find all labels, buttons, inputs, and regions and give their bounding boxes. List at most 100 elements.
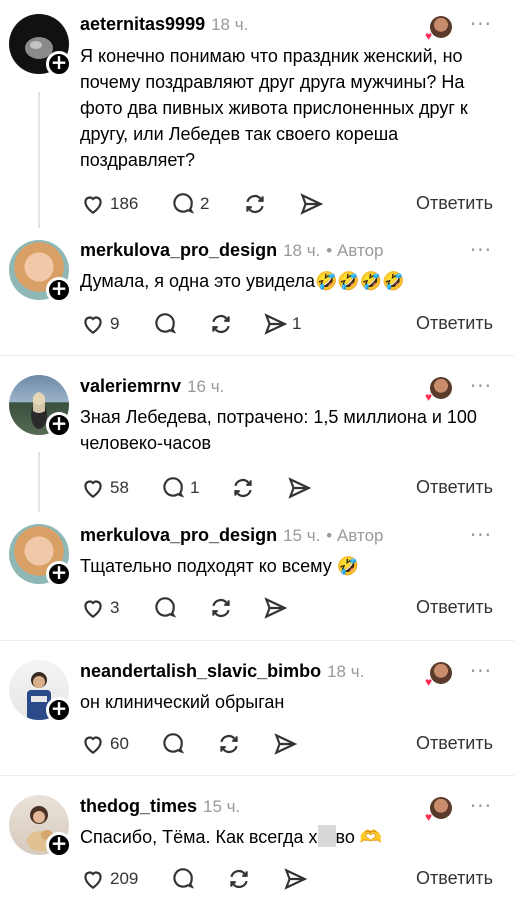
more-options-icon[interactable]: ··· (470, 374, 492, 398)
follow-plus-icon[interactable]: + (46, 561, 72, 587)
reply-button[interactable]: Ответить (416, 868, 493, 889)
share-button[interactable] (262, 594, 288, 622)
like-count: 60 (110, 734, 129, 753)
reply-button[interactable]: Ответить (416, 597, 493, 618)
reply-count-button[interactable] (160, 730, 186, 758)
divider (0, 775, 514, 776)
like-button[interactable]: 9 (80, 310, 119, 338)
reply-count-button[interactable] (152, 310, 178, 338)
reply-count-button[interactable]: 2 (170, 190, 209, 218)
repost-arrows-icon (246, 194, 264, 214)
creator-liked-icon: ♥ (425, 797, 452, 823)
share-button[interactable] (282, 865, 308, 893)
like-button[interactable]: 58 (80, 474, 129, 502)
comment-header: merkulova_pro_design 18 ч. • Автор (80, 240, 383, 264)
more-options-icon[interactable]: ··· (470, 12, 492, 36)
username[interactable]: neandertalish_slavic_bimbo (80, 661, 321, 682)
share-button[interactable] (286, 474, 312, 502)
timestamp: 18 ч. (211, 15, 249, 34)
comment-line: фото два пивных живота прислоненных друг… (80, 98, 468, 118)
more-options-icon[interactable]: ··· (470, 523, 492, 547)
like-button[interactable]: 3 (80, 594, 119, 622)
username[interactable]: merkulova_pro_design (80, 240, 277, 261)
reply-count-button[interactable] (170, 865, 196, 893)
comment-header: merkulova_pro_design 15 ч. • Автор (80, 525, 383, 549)
follow-plus-icon[interactable]: + (46, 697, 72, 723)
avatar[interactable]: + (9, 524, 72, 587)
comment-line: почему поздравляют друг друга мужчины? Н… (80, 72, 465, 92)
avatar[interactable]: + (9, 660, 72, 723)
follow-plus-icon[interactable]: + (46, 412, 72, 438)
heart-outline-icon (84, 871, 102, 889)
comment-text-start: Спасибо, Тёма. Как всегда х (80, 827, 318, 847)
reply-button[interactable]: Ответить (416, 477, 493, 498)
repost-button[interactable] (242, 190, 268, 218)
comment-line: Я конечно понимаю что праздник женский, … (80, 46, 463, 66)
paper-plane-icon (284, 868, 308, 890)
like-button[interactable]: 60 (80, 730, 129, 758)
follow-plus-icon[interactable]: + (46, 277, 72, 303)
more-options-icon[interactable]: ··· (470, 659, 492, 683)
repost-button[interactable] (216, 730, 242, 758)
reply-count-button[interactable]: 1 (160, 474, 199, 502)
comment-header: aeternitas9999 18 ч. (80, 14, 248, 38)
action-bar: 9 1 Ответить (80, 310, 514, 338)
share-button[interactable] (298, 190, 324, 218)
action-bar: 58 1 Ответить (80, 474, 514, 502)
like-count: 209 (110, 869, 139, 888)
reply-button[interactable]: Ответить (416, 193, 493, 214)
speech-bubble-icon (173, 193, 195, 214)
timestamp: 18 ч. (327, 662, 365, 681)
follow-plus-icon[interactable]: + (46, 51, 72, 77)
avatar[interactable]: + (9, 795, 72, 858)
username[interactable]: valeriemrnv (80, 376, 181, 397)
repost-arrows-icon (234, 478, 252, 498)
repost-button[interactable] (226, 865, 252, 893)
avatar[interactable]: + (9, 14, 72, 77)
repost-arrows-icon (220, 734, 238, 754)
share-button[interactable] (272, 730, 298, 758)
more-options-icon[interactable]: ··· (470, 794, 492, 818)
thread-line (38, 92, 40, 228)
speech-bubble-icon (163, 477, 185, 498)
author-badge: • Автор (326, 241, 384, 260)
comment-text: он клинический обрыган (80, 689, 500, 715)
avatar[interactable]: + (9, 375, 72, 438)
comment-text-end: во 🫶 (335, 827, 383, 847)
timestamp: 15 ч. (203, 797, 241, 816)
reply-count: 2 (200, 194, 210, 213)
reply-count-button[interactable] (152, 594, 178, 622)
like-button[interactable]: 209 (80, 865, 138, 893)
username[interactable]: thedog_times (80, 796, 197, 817)
username[interactable]: aeternitas9999 (80, 14, 205, 35)
repost-arrows-icon (212, 314, 230, 334)
like-button[interactable]: 186 (80, 190, 138, 218)
censored-block (317, 825, 336, 847)
like-count: 9 (110, 314, 120, 333)
repost-arrows-icon (212, 598, 230, 618)
comment-line: Думала, я одна это увидела🤣🤣🤣🤣 (80, 271, 405, 291)
repost-button[interactable] (208, 594, 234, 622)
timestamp: 15 ч. (283, 526, 321, 545)
author-badge: • Автор (326, 526, 384, 545)
follow-plus-icon[interactable]: + (46, 832, 72, 858)
username[interactable]: merkulova_pro_design (80, 525, 277, 546)
paper-plane-icon (288, 477, 312, 499)
heart-outline-icon (84, 196, 102, 214)
repost-button[interactable] (208, 310, 234, 338)
reply-count: 1 (190, 478, 200, 497)
comment-line: Зная Лебедева, потрачено: 1,5 миллиона и… (80, 407, 477, 427)
timestamp: 16 ч. (187, 377, 225, 396)
more-options-icon[interactable]: ··· (470, 238, 492, 262)
like-count: 3 (110, 598, 120, 617)
thread-line (38, 452, 40, 512)
share-button[interactable]: 1 (262, 310, 301, 338)
avatar[interactable]: + (9, 240, 72, 303)
comment-header: thedog_times 15 ч. (80, 796, 240, 820)
paper-plane-icon (264, 313, 288, 335)
reply-button[interactable]: Ответить (416, 313, 493, 334)
comment-line: поздравляет? (80, 150, 196, 170)
divider (0, 355, 514, 356)
repost-button[interactable] (230, 474, 256, 502)
reply-button[interactable]: Ответить (416, 733, 493, 754)
